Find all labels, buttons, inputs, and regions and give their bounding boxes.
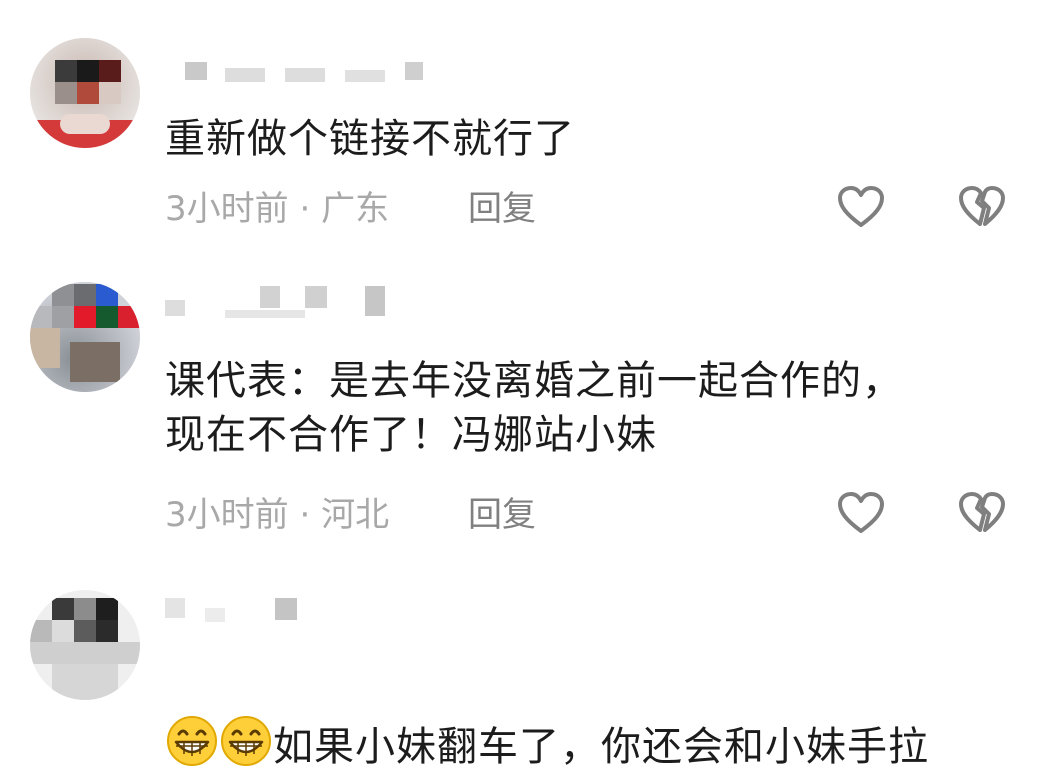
username-blurred[interactable]: [165, 598, 445, 628]
comment-time: 3小时前: [165, 495, 289, 535]
like-button[interactable]: [836, 184, 886, 230]
comment-time: 3小时前: [165, 189, 289, 229]
comment-text: 如果小妹翻车了，你还会和小妹手拉: [165, 660, 1025, 774]
reply-button[interactable]: 回复: [468, 186, 536, 232]
username-blurred[interactable]: [165, 58, 445, 88]
broken-heart-icon: [959, 492, 1005, 532]
avatar[interactable]: [30, 590, 140, 700]
comment-meta: 3小时前 · 河北: [165, 492, 389, 538]
comment-text: 课代表：是去年没离婚之前一起合作的， 现在不合作了！冯娜站小妹: [165, 358, 903, 458]
dislike-button[interactable]: [957, 184, 1007, 230]
heart-outline-icon: [838, 492, 884, 533]
username-blurred[interactable]: [165, 286, 445, 318]
broken-heart-icon: [959, 186, 1005, 226]
avatar[interactable]: [30, 38, 140, 148]
grinning-face-emoji: [167, 716, 217, 766]
grinning-face-emoji: [221, 716, 271, 766]
reply-button[interactable]: 回复: [468, 492, 536, 538]
meta-separator: ·: [299, 495, 311, 535]
like-button[interactable]: [836, 490, 886, 536]
comment-location: 河北: [321, 495, 390, 535]
comment-item: 如果小妹翻车了，你还会和小妹手拉: [0, 580, 1063, 770]
comment-meta: 3小时前 · 广东: [165, 186, 389, 232]
dislike-button[interactable]: [957, 490, 1007, 536]
meta-separator: ·: [299, 189, 311, 229]
avatar[interactable]: [30, 282, 140, 392]
comment-text: 重新做个链接不就行了: [165, 116, 575, 162]
comment-location: 广东: [321, 189, 390, 229]
comment-item: 课代表：是去年没离婚之前一起合作的， 现在不合作了！冯娜站小妹 3小时前 · 河…: [0, 260, 1063, 580]
heart-outline-icon: [838, 186, 884, 227]
comment-text-content: 如果小妹翻车了，你还会和小妹手拉: [273, 724, 929, 770]
comment-item: 重新做个链接不就行了 3小时前 · 广东 回复: [0, 0, 1063, 260]
